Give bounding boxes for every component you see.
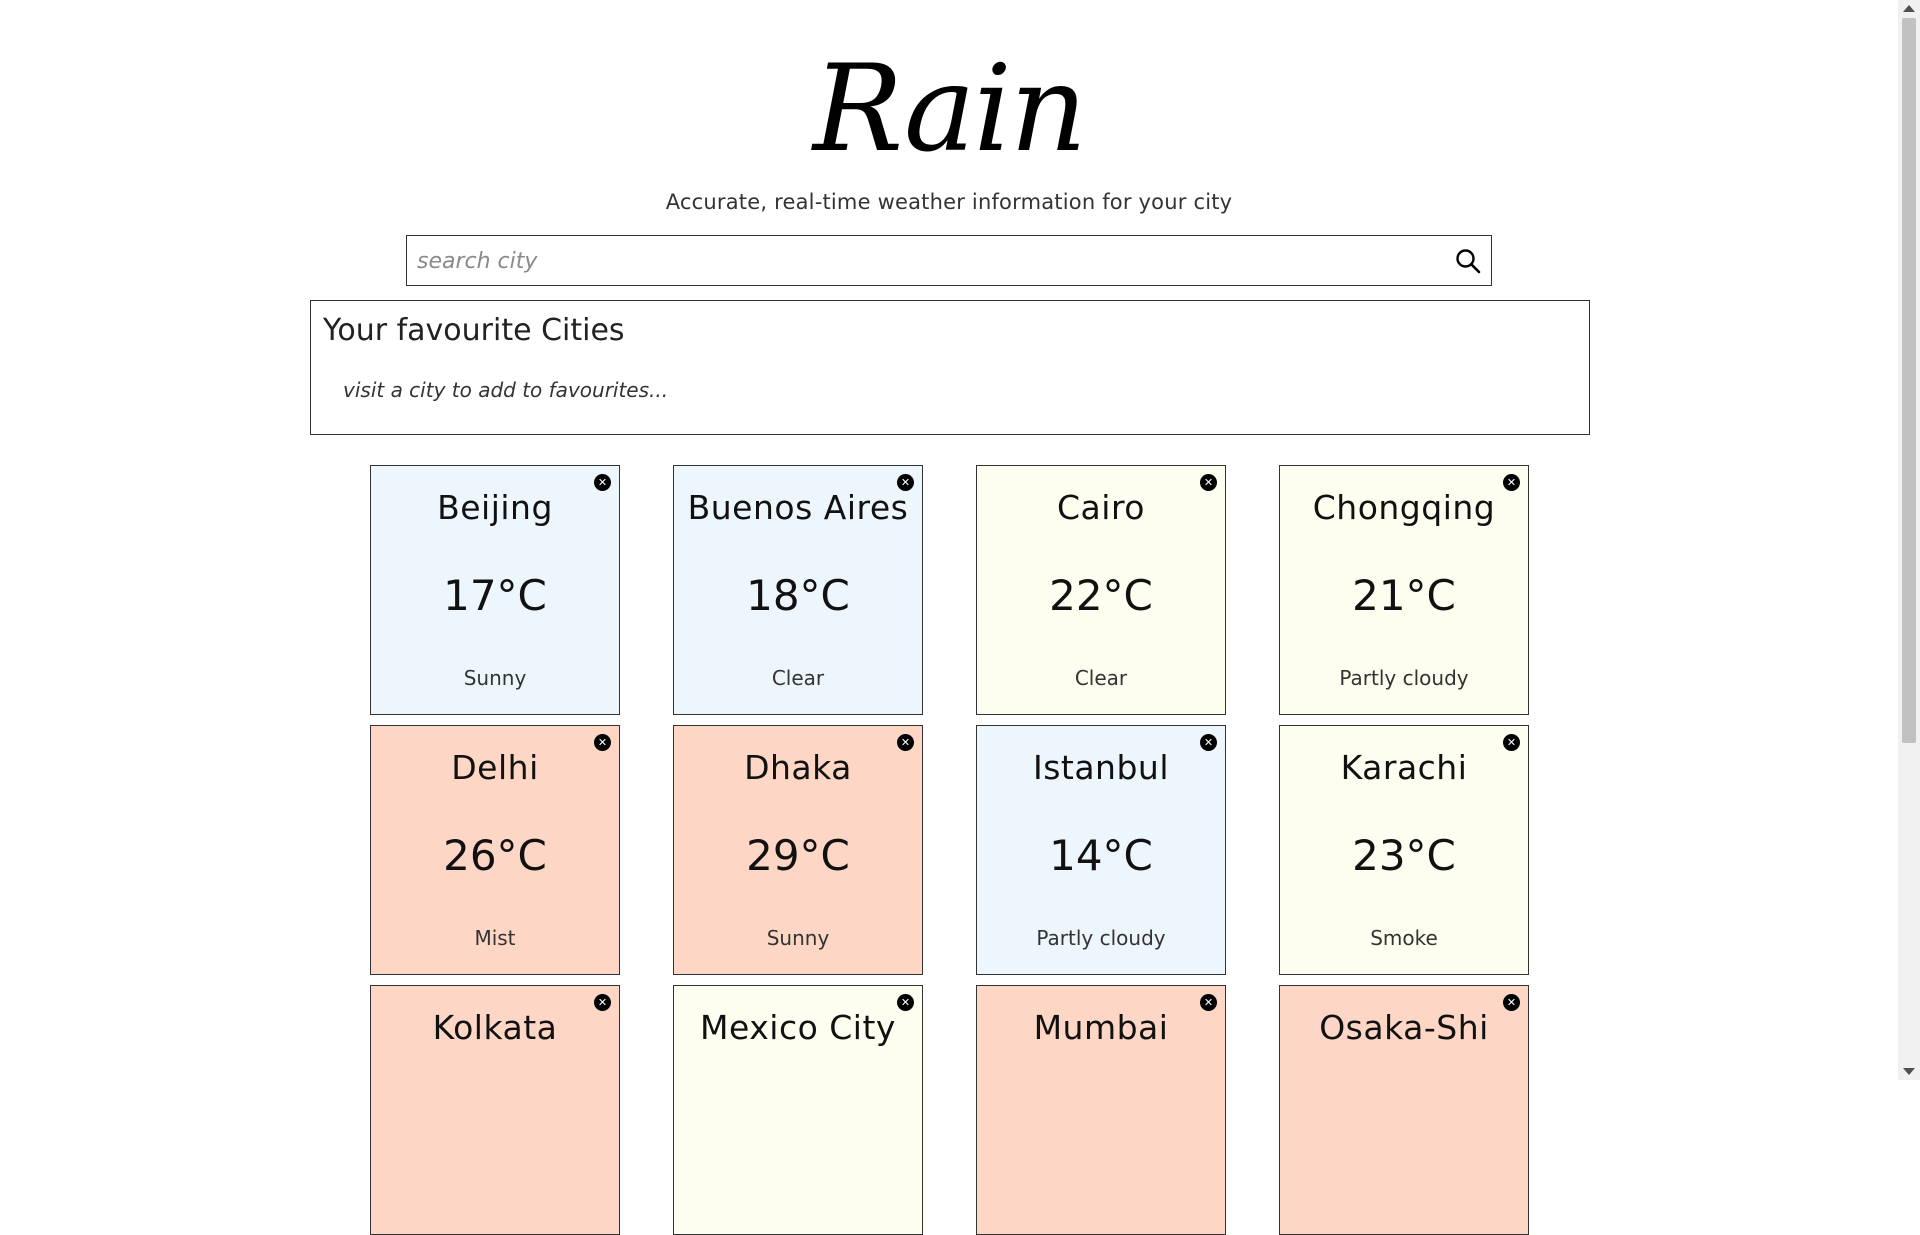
- city-condition: Smoke: [1370, 926, 1438, 950]
- tagline: Accurate, real-time weather information …: [665, 190, 1233, 214]
- city-card[interactable]: ✕ Dhaka 29°C Sunny: [673, 725, 923, 975]
- city-card[interactable]: ✕ Osaka-Shi: [1279, 985, 1529, 1235]
- favourites-title: Your favourite Cities: [323, 313, 625, 348]
- city-name: Dhaka: [744, 748, 852, 787]
- favourites-panel: Your favourite Cities visit a city to ad…: [310, 300, 1590, 435]
- search-icon: [1456, 249, 1481, 274]
- city-name: Buenos Aires: [687, 488, 909, 527]
- city-temperature: 14°C: [1049, 831, 1153, 880]
- search-button[interactable]: [1453, 246, 1483, 276]
- city-name: Mumbai: [1033, 1008, 1169, 1047]
- city-card[interactable]: ✕ Buenos Aires 18°C Clear: [673, 465, 923, 715]
- scroll-down-arrow-icon[interactable]: [1903, 1068, 1915, 1075]
- city-name: Karachi: [1340, 748, 1468, 787]
- city-temperature: 22°C: [1049, 571, 1153, 620]
- scrollbar[interactable]: [1898, 0, 1920, 1080]
- city-condition: Sunny: [463, 666, 527, 690]
- search-input[interactable]: [415, 242, 1419, 281]
- city-temperature: 23°C: [1352, 831, 1456, 880]
- city-name: Beijing: [437, 488, 553, 527]
- search-bar: [406, 235, 1492, 286]
- city-card[interactable]: ✕ Delhi 26°C Mist: [370, 725, 620, 975]
- city-name: Kolkata: [432, 1008, 558, 1047]
- city-condition: Mist: [474, 926, 516, 950]
- city-card[interactable]: ✕ Karachi 23°C Smoke: [1279, 725, 1529, 975]
- city-condition: Clear: [771, 666, 825, 690]
- city-card[interactable]: ✕ Beijing 17°C Sunny: [370, 465, 620, 715]
- city-temperature: 29°C: [746, 831, 850, 880]
- city-card[interactable]: ✕ Kolkata: [370, 985, 620, 1235]
- city-temperature: 18°C: [746, 571, 850, 620]
- scroll-up-arrow-icon[interactable]: [1903, 5, 1915, 12]
- city-temperature: 21°C: [1352, 571, 1456, 620]
- favourites-empty-message: visit a city to add to favourites...: [343, 378, 669, 402]
- city-temperature: 17°C: [443, 571, 547, 620]
- city-condition: Clear: [1074, 666, 1128, 690]
- city-name: Delhi: [451, 748, 539, 787]
- city-condition: Partly cloudy: [1036, 926, 1166, 950]
- city-card[interactable]: ✕ Mumbai: [976, 985, 1226, 1235]
- city-name: Osaka-Shi: [1319, 1008, 1489, 1047]
- scroll-thumb[interactable]: [1902, 18, 1916, 743]
- city-name: Cairo: [1057, 488, 1145, 527]
- city-card[interactable]: ✕ Mexico City: [673, 985, 923, 1235]
- city-name: Istanbul: [1032, 748, 1170, 787]
- city-card[interactable]: ✕ Cairo 22°C Clear: [976, 465, 1226, 715]
- page: Rain Accurate, real-time weather informa…: [0, 0, 1898, 1235]
- app-logo[interactable]: Rain: [0, 40, 1898, 180]
- city-name: Chongqing: [1312, 488, 1496, 527]
- city-card[interactable]: ✕ Istanbul 14°C Partly cloudy: [976, 725, 1226, 975]
- city-condition: Partly cloudy: [1339, 666, 1469, 690]
- city-card[interactable]: ✕ Chongqing 21°C Partly cloudy: [1279, 465, 1529, 715]
- city-condition: Sunny: [766, 926, 830, 950]
- city-temperature: 26°C: [443, 831, 547, 880]
- city-name: Mexico City: [700, 1008, 896, 1047]
